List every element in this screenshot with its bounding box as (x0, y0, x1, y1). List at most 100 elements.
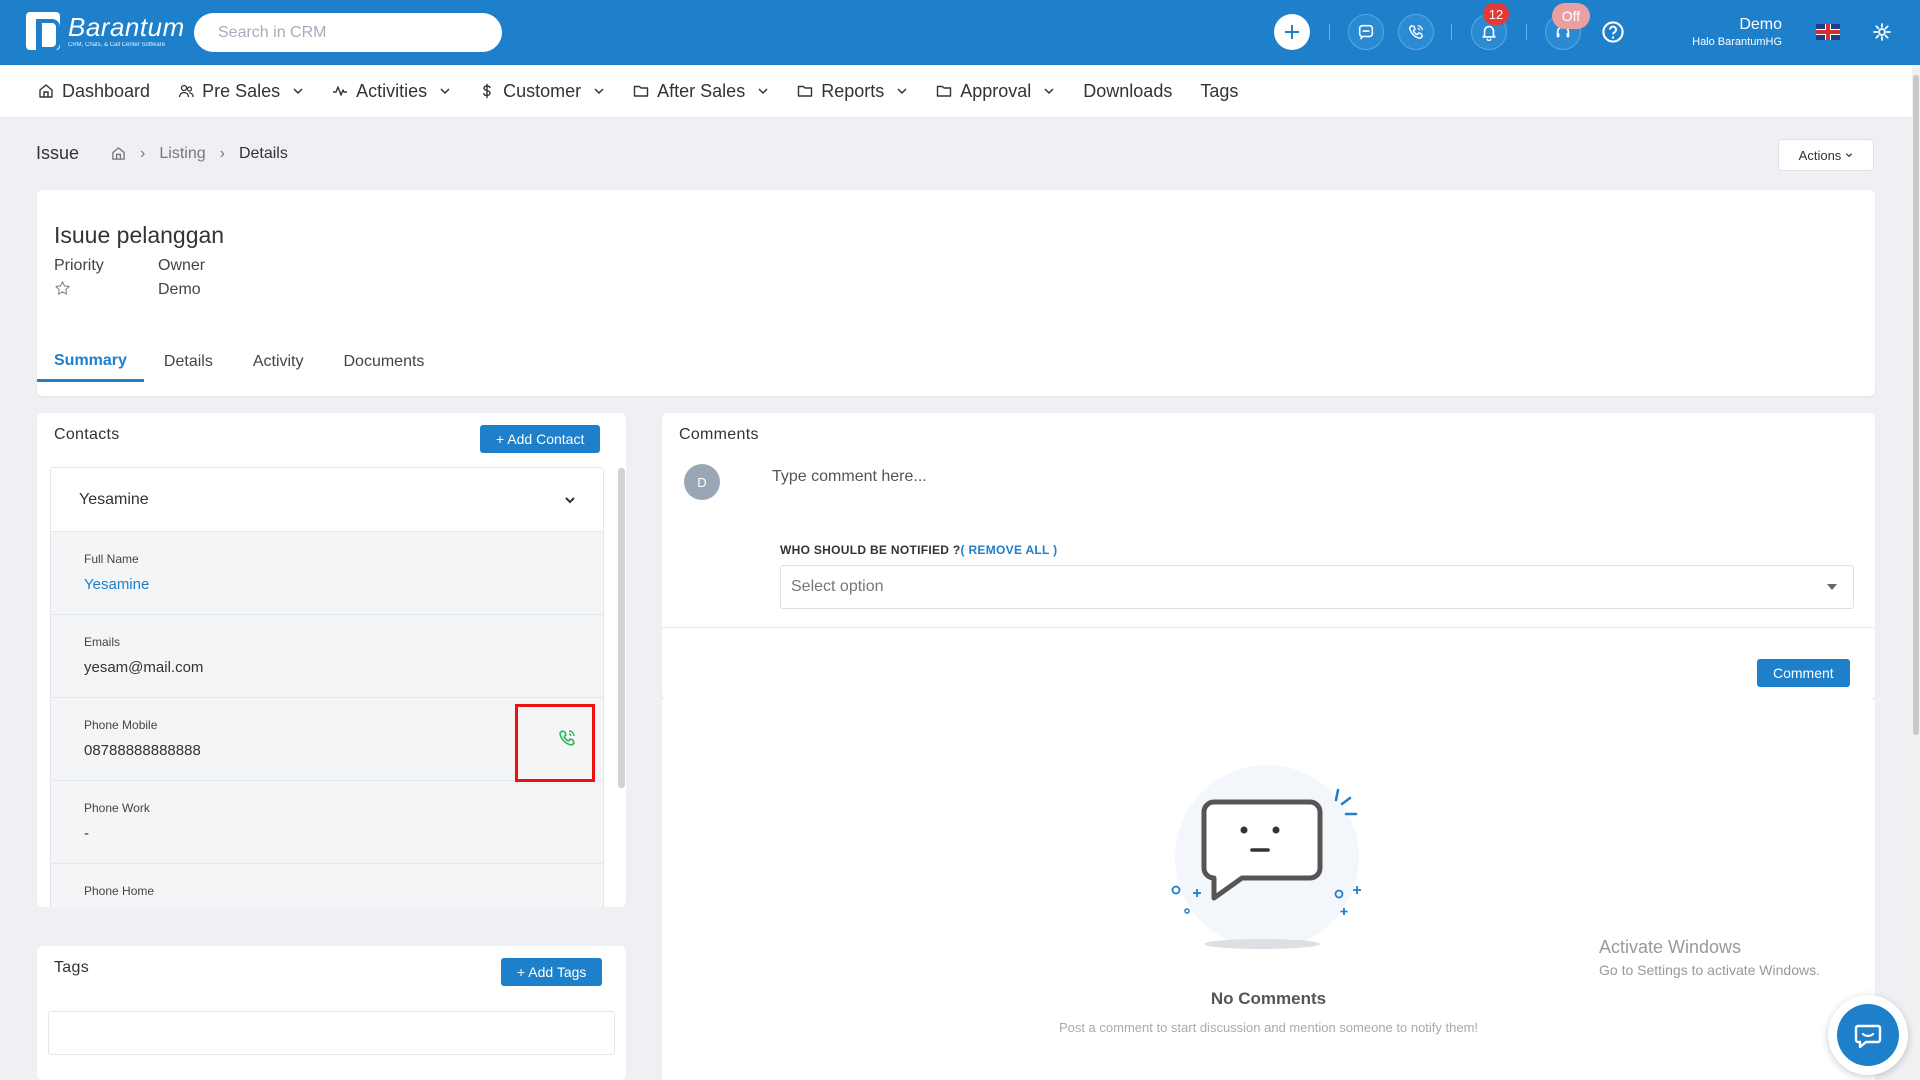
toolbar-separator (1329, 24, 1330, 40)
toolbar-separator (1451, 24, 1452, 40)
chevron-down-icon (1044, 88, 1054, 95)
chevron-down-icon (897, 88, 907, 95)
phone-button[interactable] (1398, 14, 1434, 50)
nav-approval[interactable]: Approval (936, 81, 1055, 102)
tab-documents[interactable]: Documents (324, 342, 445, 382)
brand-logo[interactable]: Barantum CRM, Chats, & Call Center Softw… (26, 12, 185, 51)
chat-button[interactable] (1348, 14, 1384, 50)
nav-downloads[interactable]: Downloads (1083, 81, 1172, 102)
home-icon (39, 84, 53, 98)
add-tags-button[interactable]: + Add Tags (501, 958, 603, 986)
users-icon (178, 84, 194, 98)
user-menu[interactable]: Demo Halo BarantumHG (1670, 16, 1782, 48)
nav-label: Reports (821, 80, 885, 101)
empty-title: No Comments (1210, 989, 1327, 1008)
comments-title: Comments (679, 426, 759, 443)
nav-tags[interactable]: Tags (1200, 81, 1238, 102)
breadcrumb-separator: › (140, 144, 146, 162)
main-nav: Dashboard Pre Sales Activities Customer … (0, 65, 1912, 118)
tab-activity[interactable]: Activity (233, 342, 324, 382)
notify-label-text: WHO SHOULD BE NOTIFIED ? (780, 543, 961, 557)
full-name-link[interactable]: Yesamine (84, 576, 603, 593)
help-button[interactable] (1595, 14, 1631, 50)
highlight-box (515, 704, 595, 782)
caret-down-icon (1827, 584, 1837, 590)
issue-header-card: Isuue pelanggan Priority Owner Demo Summ… (37, 190, 1875, 396)
nav-pre-sales[interactable]: Pre Sales (178, 81, 304, 102)
comment-submit-button[interactable]: Comment (1757, 659, 1850, 687)
contact-accordion: Yesamine Full Name Yesamine Emails yesam… (50, 467, 604, 907)
chevron-down-icon (594, 88, 604, 95)
folder-icon (937, 85, 952, 97)
nav-label: After Sales (657, 80, 746, 101)
add-contact-button[interactable]: + Add Contact (480, 425, 601, 453)
actions-button[interactable]: Actions (1778, 139, 1874, 171)
chevron-down-icon (440, 88, 450, 95)
breadcrumb-listing[interactable]: Listing (159, 145, 205, 163)
bell-icon (1482, 25, 1496, 41)
user-org: Halo BarantumHG (1692, 36, 1782, 48)
notify-select[interactable]: Select option (780, 565, 1854, 609)
comments-empty-state: No Comments Post a comment to start disc… (662, 700, 1875, 1080)
avatar: D (684, 464, 720, 500)
nav-label: Downloads (1083, 80, 1173, 101)
no-comments-illustration-icon (1171, 765, 1361, 949)
issue-title: Isuue pelanggan (54, 222, 225, 248)
top-bar: Barantum CRM, Chats, & Call Center Softw… (0, 0, 1920, 65)
contact-field-full-name: Full Name Yesamine (51, 532, 603, 615)
nav-dashboard[interactable]: Dashboard (38, 81, 150, 102)
gear-icon[interactable] (1872, 22, 1892, 42)
breadcrumb: Issue › Listing › Details (36, 143, 288, 164)
chat-icon (1358, 24, 1374, 40)
phone-work-value: - (84, 825, 89, 842)
tags-card: Tags + Add Tags (37, 946, 626, 1080)
owner-value: Demo (158, 281, 201, 298)
remove-all-link[interactable]: ( REMOVE ALL ) (961, 543, 1058, 557)
watermark-subtitle: Go to Settings to activate Windows. (1599, 962, 1820, 978)
email-value: yesam@mail.com (84, 659, 204, 676)
watermark-title: Activate Windows (1599, 937, 1742, 957)
divider (662, 627, 1875, 628)
agent-status-badge: Off (1552, 3, 1590, 29)
contact-field-emails: Emails yesam@mail.com (51, 615, 603, 698)
nav-activities[interactable]: Activities (332, 81, 451, 102)
nav-label: Approval (960, 80, 1032, 101)
brand-tagline: CRM, Chats, & Call Center Software (68, 42, 166, 48)
nav-label: Dashboard (62, 80, 151, 101)
help-icon (1602, 21, 1624, 43)
folder-icon (798, 85, 813, 97)
uk-flag-icon[interactable] (1816, 24, 1840, 40)
star-icon[interactable] (54, 280, 71, 297)
priority-label: Priority (54, 257, 104, 274)
page-scrollbar-thumb[interactable] (1913, 75, 1919, 735)
home-icon[interactable] (111, 146, 126, 161)
tab-summary[interactable]: Summary (37, 342, 144, 382)
nav-label: Tags (1200, 80, 1239, 101)
activate-windows-watermark: Activate Windows Go to Settings to activ… (1599, 937, 1820, 978)
page-scrollbar[interactable] (1912, 65, 1920, 1080)
breadcrumb-separator: › (219, 144, 225, 162)
comment-input[interactable] (772, 468, 1472, 486)
search-input[interactable] (194, 13, 502, 52)
nav-after-sales[interactable]: After Sales (633, 81, 769, 102)
field-label: Emails (84, 635, 121, 649)
tags-title: Tags (54, 959, 89, 976)
chat-bubble-icon (1854, 1024, 1882, 1049)
tab-details[interactable]: Details (144, 342, 233, 382)
phone-icon (1408, 24, 1424, 40)
field-label: Phone Home (84, 884, 155, 898)
nav-label: Pre Sales (202, 80, 281, 101)
live-chat-button[interactable] (1828, 995, 1908, 1075)
toolbar-separator (1526, 24, 1527, 40)
plus-icon (1284, 24, 1300, 40)
nav-reports[interactable]: Reports (797, 81, 908, 102)
comments-card: Comments D WHO SHOULD BE NOTIFIED ?( REM… (662, 413, 1875, 700)
tags-input[interactable] (48, 1011, 615, 1055)
actions-label: Actions (1798, 147, 1842, 163)
quick-add-button[interactable] (1274, 14, 1310, 50)
contact-accordion-header[interactable]: Yesamine (51, 468, 603, 532)
nav-customer[interactable]: Customer (479, 81, 605, 102)
user-name: Demo (1739, 16, 1782, 33)
notify-select-placeholder: Select option (791, 578, 884, 595)
contacts-scrollbar[interactable] (618, 468, 625, 788)
